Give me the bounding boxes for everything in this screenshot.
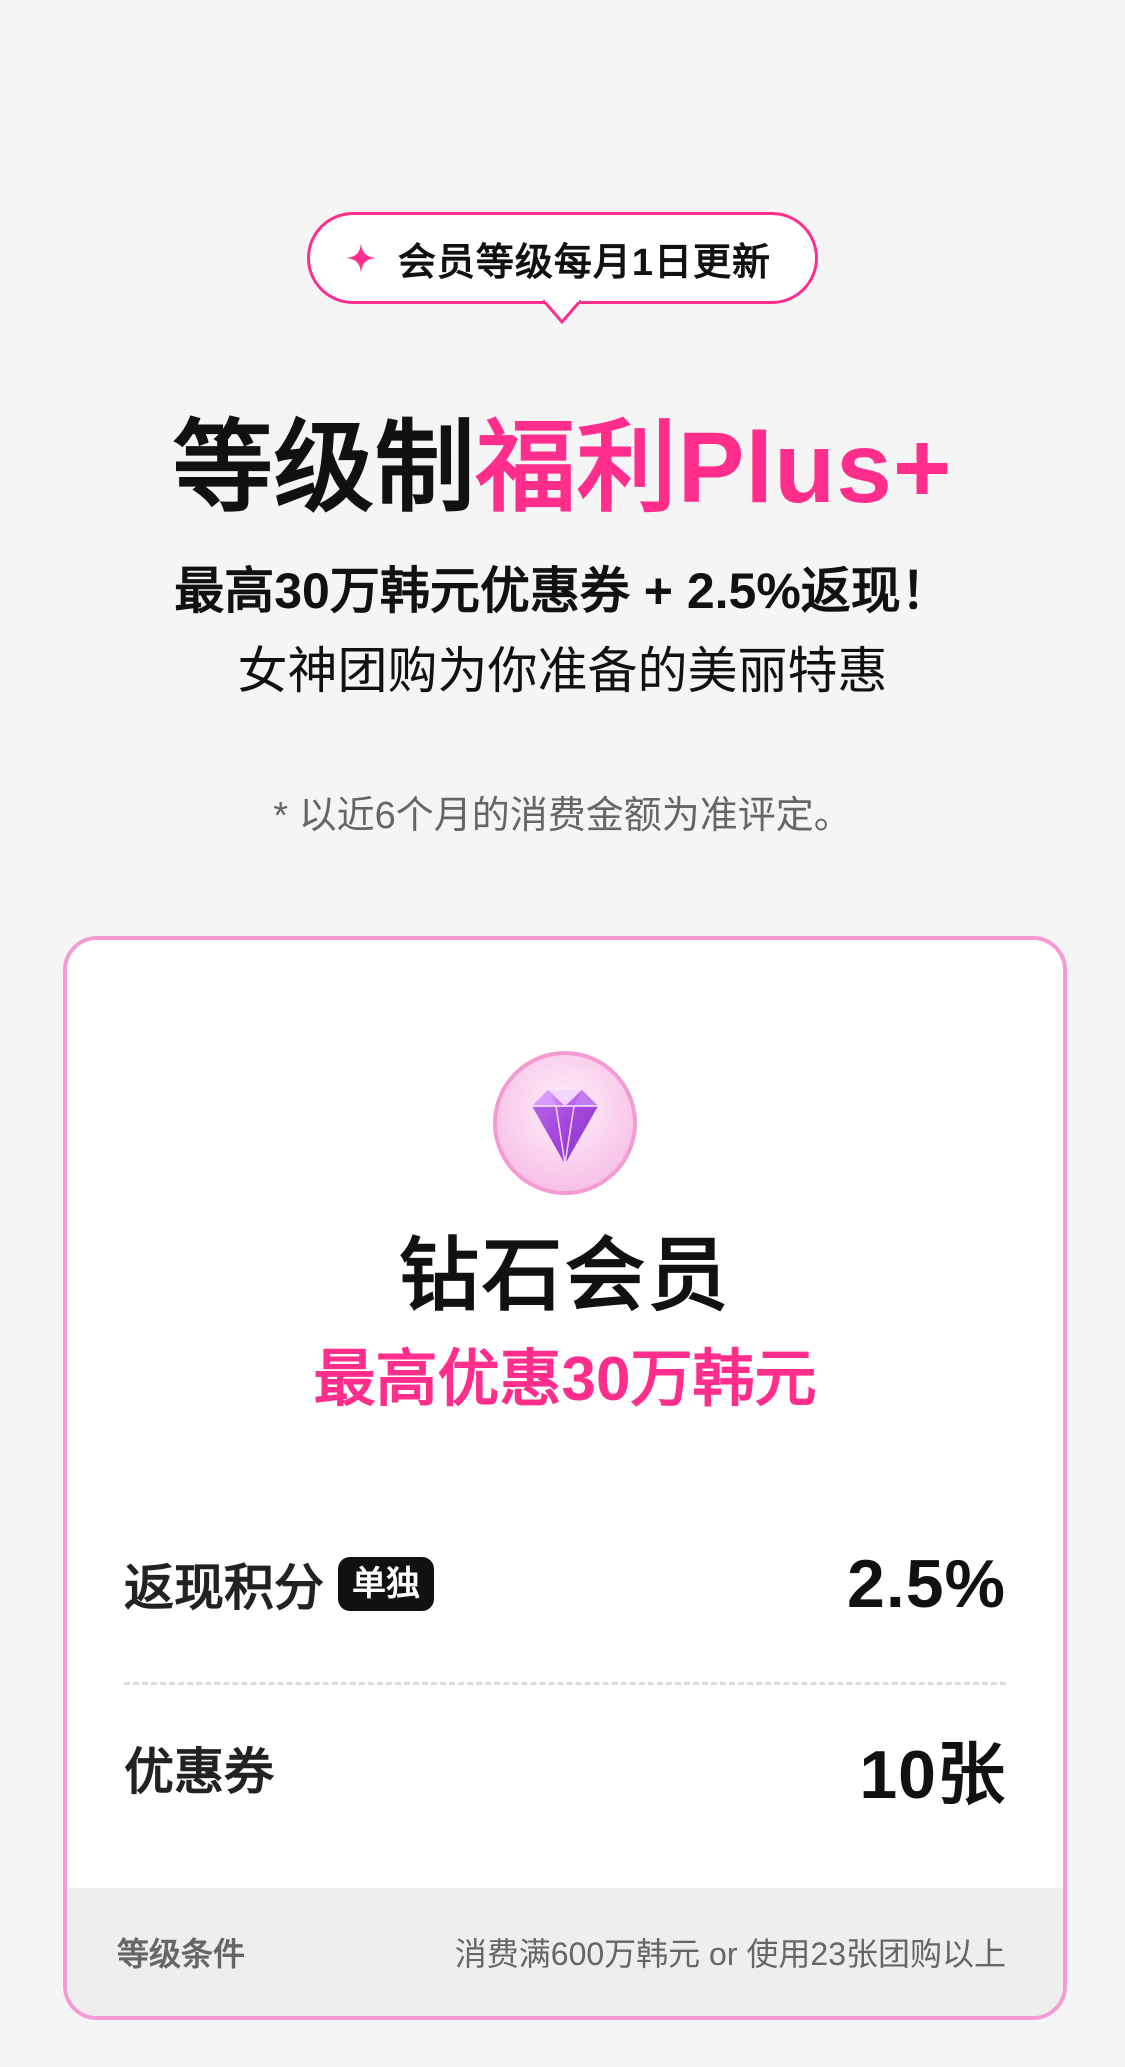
sparkle-icon	[345, 243, 376, 273]
update-badge: 会员等级每月1日更新	[306, 212, 819, 324]
condition-value: 消费满600万韩元 or 使用23张团购以上	[454, 1936, 1006, 1972]
tier-benefit: 最高优惠30万韩元	[313, 1345, 817, 1414]
badge-tail	[543, 300, 582, 324]
row-divider	[124, 1682, 1006, 1685]
update-badge-text: 会员等级每月1日更新	[397, 241, 772, 284]
page-title-highlight: 福利Plus+	[475, 412, 953, 524]
page-title: 等级制福利Plus+	[0, 408, 1125, 528]
coupon-label-group: 优惠券	[124, 1732, 274, 1804]
coupon-row: 优惠券 10张	[124, 1718, 1006, 1818]
coupon-label: 优惠券	[124, 1744, 274, 1800]
subtitle-line1: 最高30万韩元优惠券 + 2.5%返现！	[174, 563, 951, 619]
tier-card: 钻石会员 最高优惠30万韩元 返现积分 单独 2.5% 优惠券 10张 等级条件…	[63, 936, 1067, 2020]
cashback-value: 2.5%	[847, 1546, 1006, 1622]
condition-label: 等级条件	[117, 1936, 246, 1972]
exclusive-tag: 单独	[338, 1557, 434, 1611]
cashback-label-group: 返现积分 单独	[124, 1548, 434, 1620]
tier-condition: 等级条件 消费满600万韩元 or 使用23张团购以上	[67, 1888, 1063, 2016]
tier-name: 钻石会员	[399, 1231, 731, 1320]
cashback-label: 返现积分	[124, 1560, 324, 1616]
page-title-main: 等级制	[172, 412, 476, 524]
footnote: * 以近6个月的消费金额为准评定。	[273, 795, 852, 837]
cashback-row: 返现积分 单独 2.5%	[124, 1534, 1006, 1634]
diamond-icon	[493, 1051, 637, 1195]
update-notice: 会员等级每月1日更新	[0, 212, 1125, 324]
membership-page: 会员等级每月1日更新 等级制福利Plus+ 最高30万韩元优惠券 + 2.5%返…	[0, 0, 1125, 2067]
subtitle-line2: 女神团购为你准备的美丽特惠	[237, 643, 888, 699]
coupon-value: 10张	[859, 1736, 1006, 1813]
